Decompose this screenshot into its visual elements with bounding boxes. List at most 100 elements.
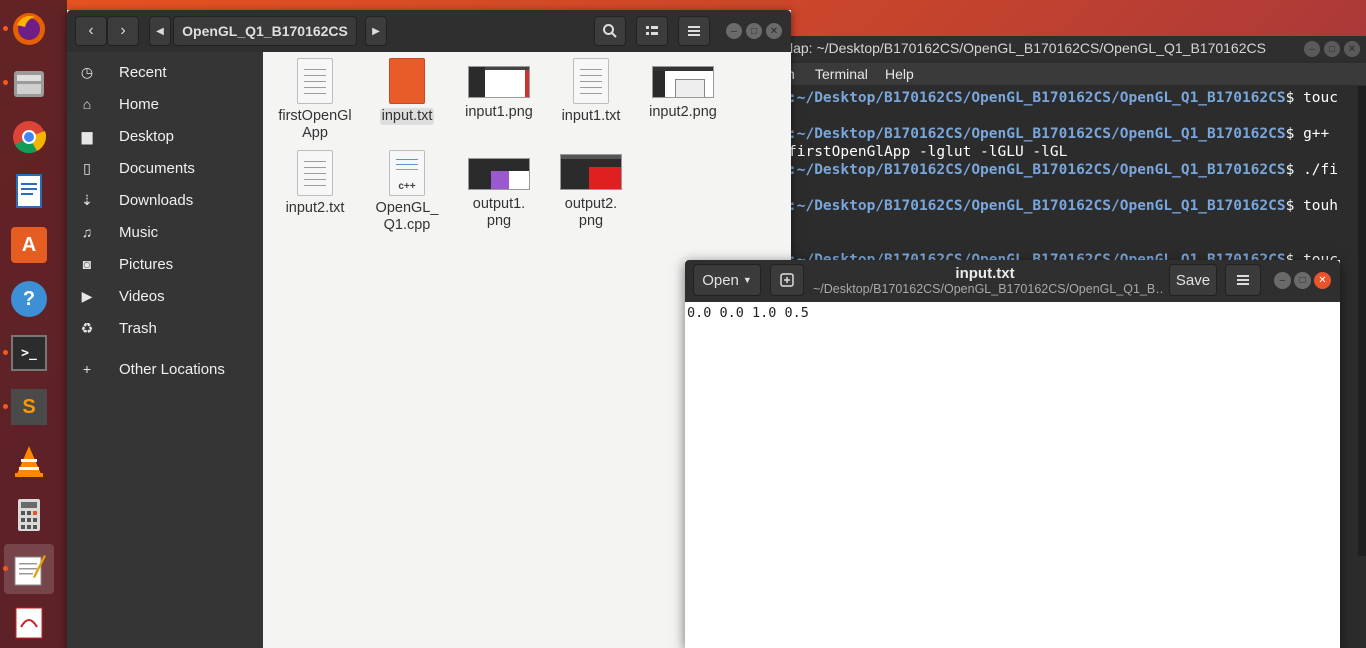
- file-name: firstOpenGl App: [269, 108, 361, 142]
- dock-files[interactable]: [3, 58, 54, 108]
- file-item[interactable]: input1.txt: [545, 58, 637, 125]
- file-item[interactable]: input2.txt: [269, 150, 361, 217]
- text-editor-window[interactable]: Open ▼ input.txt ~/Desktop/B170162CS/Ope…: [685, 260, 1340, 648]
- command-text: firstOpenGlApp -lglut -lGLU -lGL: [788, 144, 1068, 160]
- close-icon[interactable]: ✕: [766, 23, 782, 39]
- file-name-line: output2.: [564, 196, 618, 212]
- file-manager-window[interactable]: ‹ › ◀ OpenGL_Q1_B170162CS ▶ – □ ✕ ◷ Rece…: [67, 10, 791, 648]
- menu-button[interactable]: [678, 16, 710, 46]
- text-editor-icon: [14, 555, 46, 586]
- terminal-scrollbar[interactable]: [1358, 86, 1366, 556]
- sidebar-item-music[interactable]: ♫ Music: [67, 216, 263, 248]
- sidebar-item-trash[interactable]: ♻ Trash: [67, 312, 263, 344]
- dock-firefox[interactable]: [3, 4, 54, 54]
- sidebar-item-label: Downloads: [119, 191, 194, 209]
- file-name: input2.txt: [269, 200, 361, 217]
- minimize-icon[interactable]: –: [726, 23, 742, 39]
- running-indicator: [3, 404, 8, 409]
- path-bar-current[interactable]: OpenGL_Q1_B170162CS: [173, 16, 357, 46]
- close-icon[interactable]: ✕: [1314, 272, 1331, 289]
- sidebar-item-pictures[interactable]: ◙ Pictures: [67, 248, 263, 280]
- dock-writer[interactable]: [4, 166, 54, 216]
- running-indicator: [3, 566, 8, 571]
- libreoffice-writer-icon: [16, 174, 42, 208]
- file-item[interactable]: input2.png: [637, 58, 729, 121]
- sidebar-item-documents[interactable]: ▯ Documents: [67, 152, 263, 184]
- close-icon[interactable]: ✕: [1344, 41, 1360, 57]
- dock-calculator[interactable]: [4, 490, 54, 540]
- dock-terminal[interactable]: >_: [3, 328, 54, 378]
- prompt-path: :~/Desktop/B170162CS/OpenGL_B170162CS/Op…: [788, 90, 1286, 106]
- back-button[interactable]: ‹: [75, 16, 107, 46]
- minimize-icon[interactable]: –: [1274, 272, 1291, 289]
- save-label: Save: [1175, 271, 1211, 289]
- terminal-titlebar[interactable]: lap: ~/Desktop/B170162CS/OpenGL_B170162C…: [760, 36, 1366, 61]
- video-icon: ▶: [81, 288, 93, 304]
- file-name-line: firstOpenGl: [278, 108, 352, 124]
- dock-document-viewer[interactable]: [4, 598, 54, 648]
- vlc-icon: [15, 446, 43, 477]
- minimize-icon[interactable]: –: [1304, 41, 1320, 57]
- file-item[interactable]: firstOpenGl App: [269, 58, 361, 142]
- file-item[interactable]: c++ OpenGL_ Q1.cpp: [361, 150, 453, 234]
- command-text: $ touh: [1285, 198, 1338, 214]
- file-name-line: output1.: [472, 196, 526, 212]
- list-view-icon: [646, 26, 658, 35]
- command-text: $ touc: [1285, 90, 1338, 106]
- path-label: OpenGL_Q1_B170162CS: [182, 23, 348, 39]
- path-right-button[interactable]: ▶: [365, 16, 387, 46]
- file-name: OpenGL_ Q1.cpp: [361, 200, 453, 234]
- sidebar-item-other-locations[interactable]: + Other Locations: [67, 353, 263, 385]
- file-name-line: png: [578, 213, 604, 229]
- dock-software[interactable]: A: [4, 220, 54, 270]
- new-document-button[interactable]: [770, 264, 804, 296]
- maximize-icon[interactable]: □: [1294, 272, 1311, 289]
- sidebar-item-label: Pictures: [119, 255, 174, 273]
- dock-sublime[interactable]: S: [3, 382, 54, 432]
- terminal-title: lap: ~/Desktop/B170162CS/OpenGL_B170162C…: [790, 40, 1266, 56]
- text-file-icon: [297, 58, 333, 104]
- dock-vlc[interactable]: [4, 436, 54, 486]
- save-button[interactable]: Save: [1169, 264, 1217, 296]
- file-name-line: png: [486, 213, 512, 229]
- dock-help[interactable]: ?: [4, 274, 54, 324]
- document-viewer-icon: [15, 607, 43, 639]
- sidebar-item-home[interactable]: ⌂ Home: [67, 88, 263, 120]
- file-name-line: input1.png: [465, 104, 533, 120]
- file-item-selected[interactable]: input.txt: [361, 58, 453, 125]
- sidebar-item-downloads[interactable]: ⇣ Downloads: [67, 184, 263, 216]
- open-button[interactable]: Open ▼: [693, 264, 761, 296]
- camera-icon: ◙: [82, 256, 92, 272]
- dock: A ? >_ S: [0, 0, 67, 648]
- file-item[interactable]: input1.png: [453, 58, 545, 121]
- maximize-icon[interactable]: □: [1324, 41, 1340, 57]
- search-button[interactable]: [594, 16, 626, 46]
- document-content[interactable]: 0.0 0.0 1.0 0.5: [687, 305, 809, 321]
- sidebar-item-label: Desktop: [119, 127, 175, 145]
- maximize-icon[interactable]: □: [746, 23, 762, 39]
- dock-text-editor[interactable]: [3, 544, 54, 594]
- sidebar-item-label: Other Locations: [119, 360, 225, 378]
- file-name-line: input2.txt: [285, 200, 345, 216]
- sidebar-item-desktop[interactable]: ▆ Desktop: [67, 120, 263, 152]
- dock-chrome[interactable]: [4, 112, 54, 162]
- menu-help[interactable]: Help: [885, 66, 914, 82]
- text-editor-body[interactable]: 0.0 0.0 1.0 0.5: [685, 302, 1340, 648]
- file-name-line: OpenGL_: [375, 200, 439, 216]
- path-left-button[interactable]: ◀: [149, 16, 171, 46]
- terminal-line: :~/Desktop/B170162CS/OpenGL_B170162CS/Op…: [788, 90, 1338, 106]
- sidebar-item-videos[interactable]: ▶ Videos: [67, 280, 263, 312]
- software-center-icon: A: [11, 227, 47, 263]
- file-manager-headerbar: ‹ › ◀ OpenGL_Q1_B170162CS ▶ – □ ✕: [67, 10, 791, 52]
- file-name: output2. png: [545, 196, 637, 230]
- menu-button[interactable]: [1225, 264, 1261, 296]
- file-item[interactable]: output1. png: [453, 150, 545, 230]
- sidebar-item-recent[interactable]: ◷ Recent: [67, 56, 263, 88]
- forward-button[interactable]: ›: [107, 16, 139, 46]
- sublime-text-icon: S: [11, 389, 47, 425]
- menu-terminal[interactable]: Terminal: [815, 66, 868, 82]
- view-toggle-button[interactable]: [636, 16, 668, 46]
- file-item[interactable]: output2. png: [545, 150, 637, 230]
- cpp-badge: c++: [398, 181, 416, 192]
- terminal-line: firstOpenGlApp -lglut -lGLU -lGL: [788, 144, 1067, 160]
